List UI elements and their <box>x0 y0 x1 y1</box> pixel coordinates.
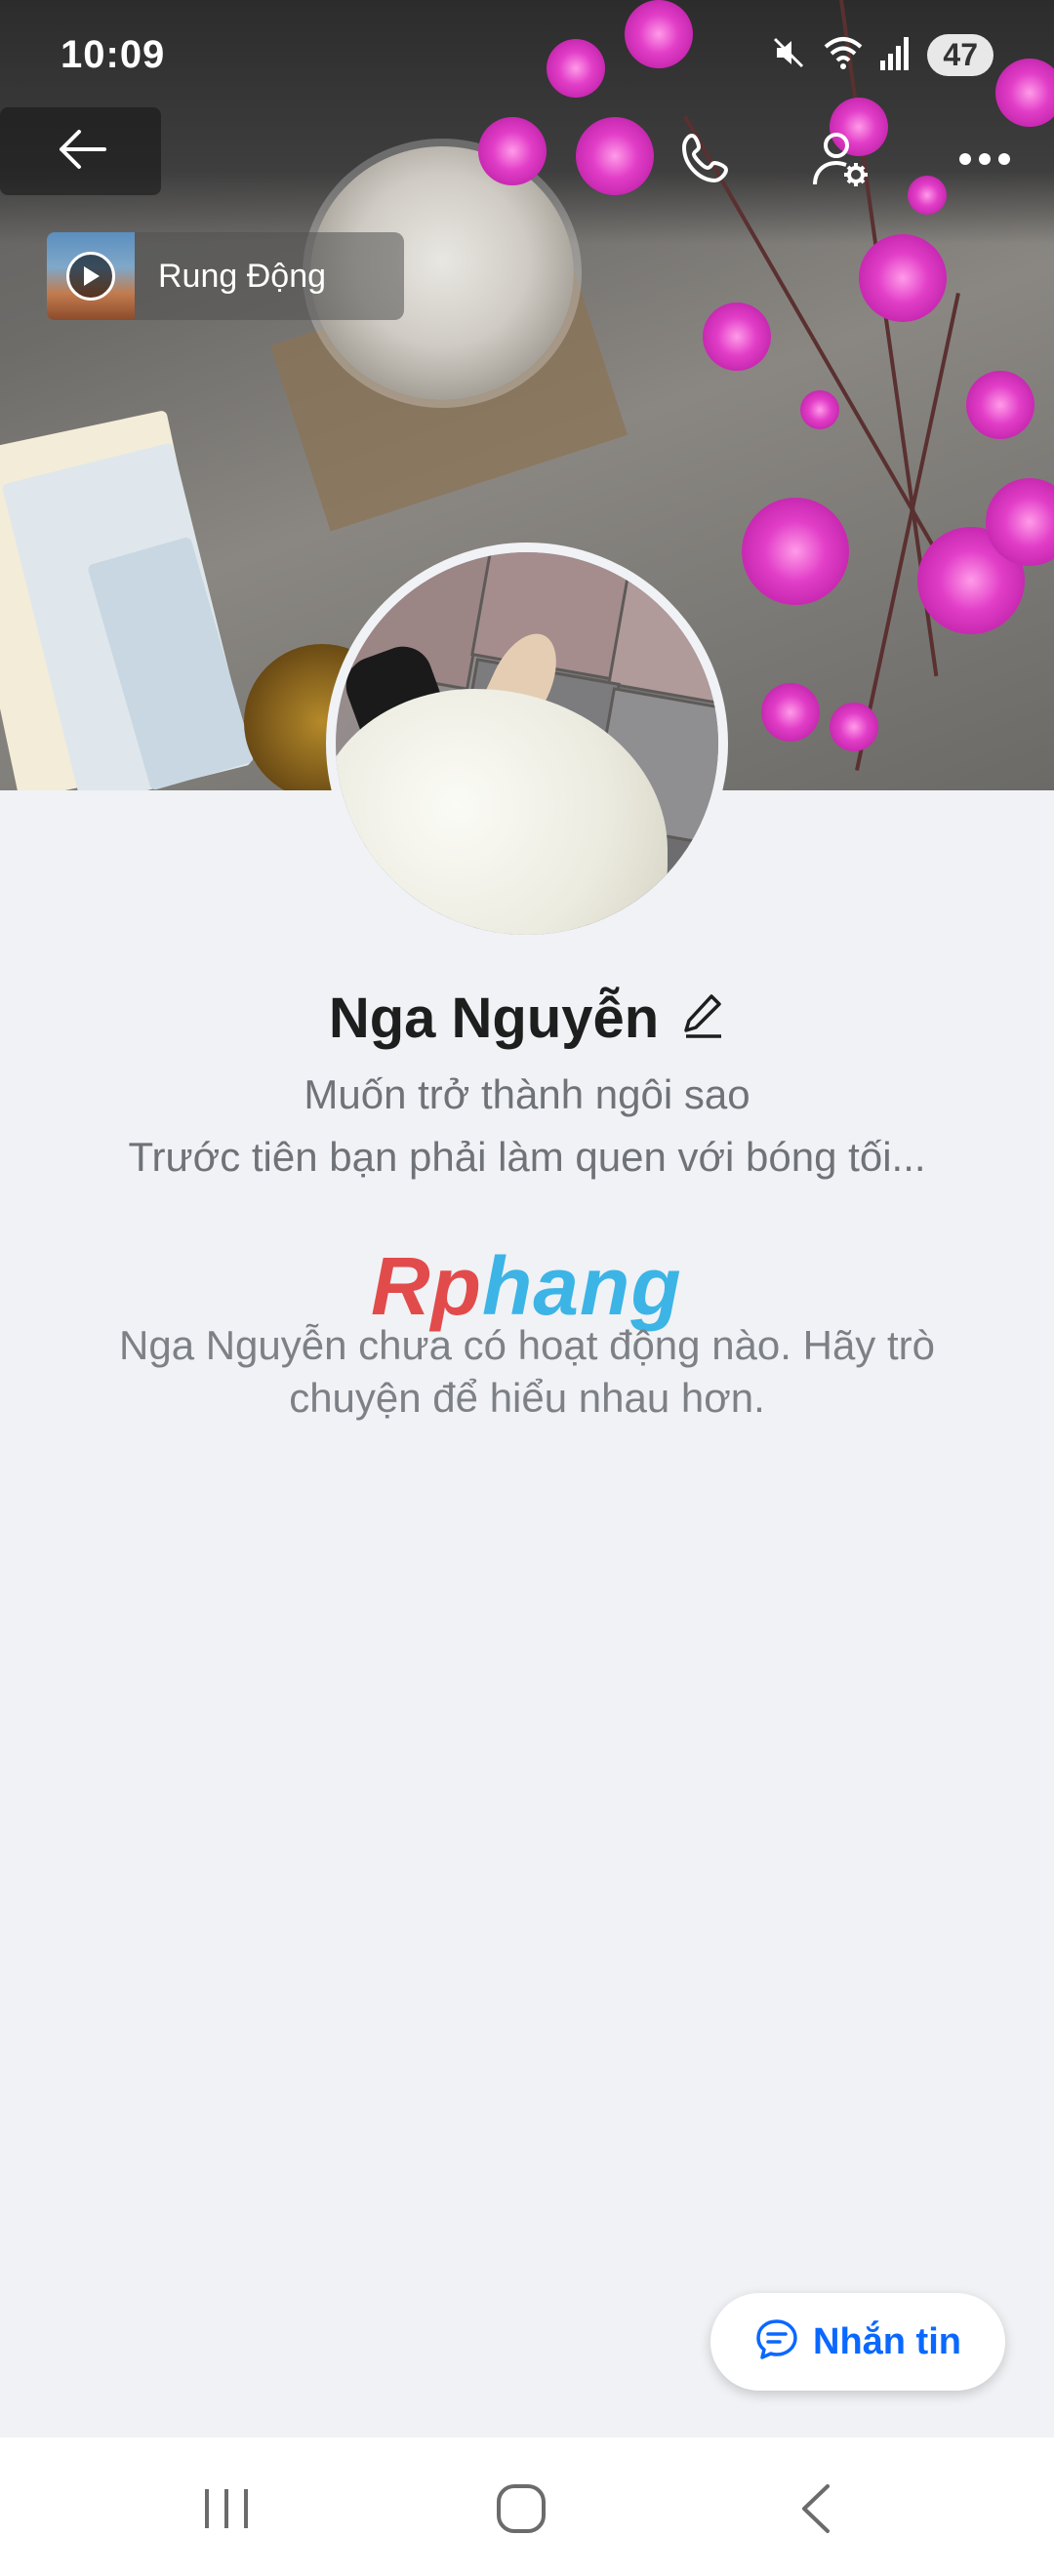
play-icon[interactable] <box>66 252 115 301</box>
pencil-icon[interactable] <box>682 992 725 1044</box>
status-icons: 47 <box>769 33 993 77</box>
profile-music-chip[interactable]: Rung Động <box>47 232 404 320</box>
status-bar: 10:09 47 <box>0 0 1054 107</box>
profile-bio-line-1: Muốn trở thành ngôi sao <box>304 1071 750 1117</box>
phone-icon <box>676 130 735 193</box>
home-icon <box>495 2482 547 2540</box>
system-nav-bar <box>0 2437 1054 2576</box>
battery-badge: 47 <box>927 34 993 76</box>
recent-apps-button[interactable] <box>168 2467 285 2555</box>
call-button[interactable] <box>652 117 759 205</box>
mute-icon <box>769 33 808 77</box>
system-back-button[interactable] <box>757 2467 874 2555</box>
wifi-icon <box>822 33 865 77</box>
status-time: 10:09 <box>61 33 166 76</box>
profile-bio-line-2: Trước tiên bạn phải làm quen với bóng tố… <box>128 1134 926 1180</box>
profile-settings-button[interactable] <box>789 117 896 205</box>
music-title: Rung Động <box>158 257 327 295</box>
user-settings-icon <box>811 128 873 195</box>
message-button[interactable]: Nhắn tin <box>710 2293 1005 2391</box>
message-button-label: Nhắn tin <box>813 2320 961 2362</box>
back-button[interactable] <box>0 107 161 195</box>
profile-name: Nga Nguyễn <box>328 986 660 1050</box>
music-thumbnail <box>47 232 135 320</box>
chat-bubble-icon <box>754 2317 799 2367</box>
recent-apps-icon <box>201 2485 252 2537</box>
back-arrow-icon <box>54 122 108 181</box>
more-button[interactable] <box>931 117 1038 205</box>
back-icon <box>796 2482 835 2540</box>
signal-icon <box>878 33 913 77</box>
avatar[interactable] <box>326 543 728 945</box>
more-icon <box>957 149 1012 174</box>
home-button[interactable] <box>463 2467 580 2555</box>
profile-name-row: Nga Nguyễn <box>0 986 1054 1051</box>
empty-activity-text: Nga Nguyễn chưa có hoạt động nào. Hãy tr… <box>119 1322 935 1421</box>
